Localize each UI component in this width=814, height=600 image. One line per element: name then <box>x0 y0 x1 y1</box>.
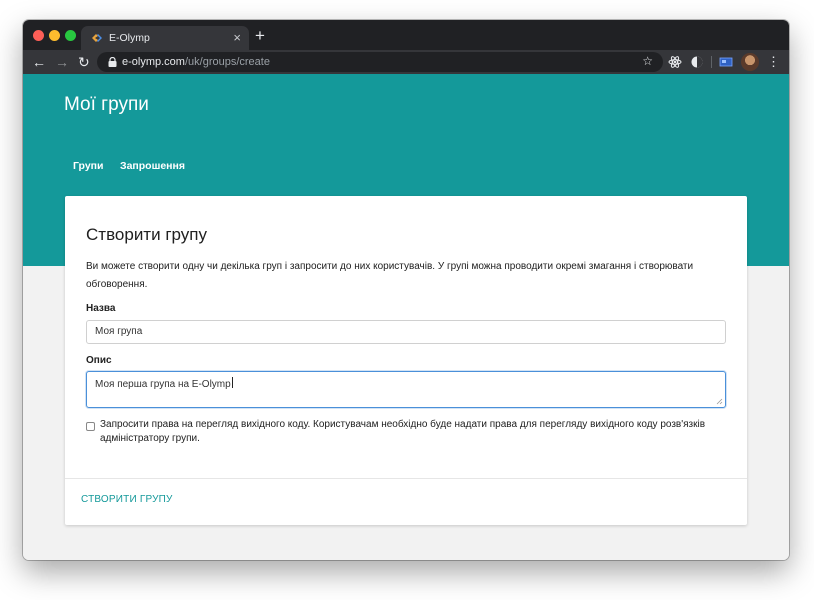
tab-close-icon[interactable]: × <box>233 30 241 45</box>
group-name-input[interactable]: Моя група <box>86 320 726 344</box>
new-tab-button[interactable]: + <box>255 27 265 44</box>
minimize-window-button[interactable] <box>49 30 60 41</box>
source-code-rights-label[interactable]: Запросити права на перегляд вихідного ко… <box>100 418 722 446</box>
resize-handle-icon[interactable] <box>716 398 723 405</box>
maximize-window-button[interactable] <box>65 30 76 41</box>
url-path: /uk/groups/create <box>184 56 270 68</box>
toolbar-divider <box>711 56 712 68</box>
title-bar: E-Olymp × + <box>23 20 789 50</box>
group-description-textarea[interactable]: Моя перша група на E-Olymp <box>86 371 726 408</box>
text-caret <box>231 377 233 388</box>
create-group-heading: Створити групу <box>86 225 207 244</box>
description-field-label: Опис <box>86 355 112 366</box>
page-title: Мої групи <box>64 94 149 115</box>
browser-menu-icon[interactable]: ⋮ <box>767 53 780 71</box>
create-group-card: Створити групу Ви можете створити одну ч… <box>65 196 747 525</box>
forward-arrow-icon[interactable]: → <box>55 53 69 71</box>
create-group-button[interactable]: СТВОРИТИ ГРУПУ <box>81 494 173 505</box>
create-group-description: Ви можете створити одну чи декілька груп… <box>86 261 694 290</box>
react-devtools-icon[interactable] <box>668 55 682 69</box>
browser-tab[interactable]: E-Olymp × <box>81 26 249 50</box>
url-host: e-olymp.com <box>122 56 185 68</box>
card-divider <box>65 478 747 479</box>
subnav-item-groups[interactable]: Групи <box>73 160 103 172</box>
page-content: Мої групи Групи Запрошення Створити груп… <box>23 74 789 560</box>
lock-icon <box>108 57 117 67</box>
browser-window: E-Olymp × + ← → ↻ e-olymp.com/uk/groups/… <box>23 20 789 560</box>
browser-toolbar: ← → ↻ e-olymp.com/uk/groups/create ☆ ⋮ <box>23 50 789 74</box>
url-text: e-olymp.com/uk/groups/create <box>122 56 270 68</box>
dark-mode-extension-icon[interactable] <box>690 55 704 69</box>
profile-avatar[interactable] <box>741 53 759 71</box>
bookmark-star-icon[interactable]: ☆ <box>642 54 653 68</box>
tab-title: E-Olymp <box>109 32 150 44</box>
address-bar[interactable]: e-olymp.com/uk/groups/create ☆ <box>97 52 663 72</box>
name-field-label: Назва <box>86 303 116 314</box>
source-code-rights-checkbox[interactable] <box>86 422 95 431</box>
close-window-button[interactable] <box>33 30 44 41</box>
eolymp-favicon-icon <box>92 34 102 42</box>
screen-capture-extension-icon[interactable] <box>719 55 733 69</box>
description-text: Моя перша група на E-Olymp <box>95 379 231 390</box>
subnav-item-invitations[interactable]: Запрошення <box>120 160 185 172</box>
back-arrow-icon[interactable]: ← <box>32 53 46 71</box>
reload-icon[interactable]: ↻ <box>78 53 90 71</box>
